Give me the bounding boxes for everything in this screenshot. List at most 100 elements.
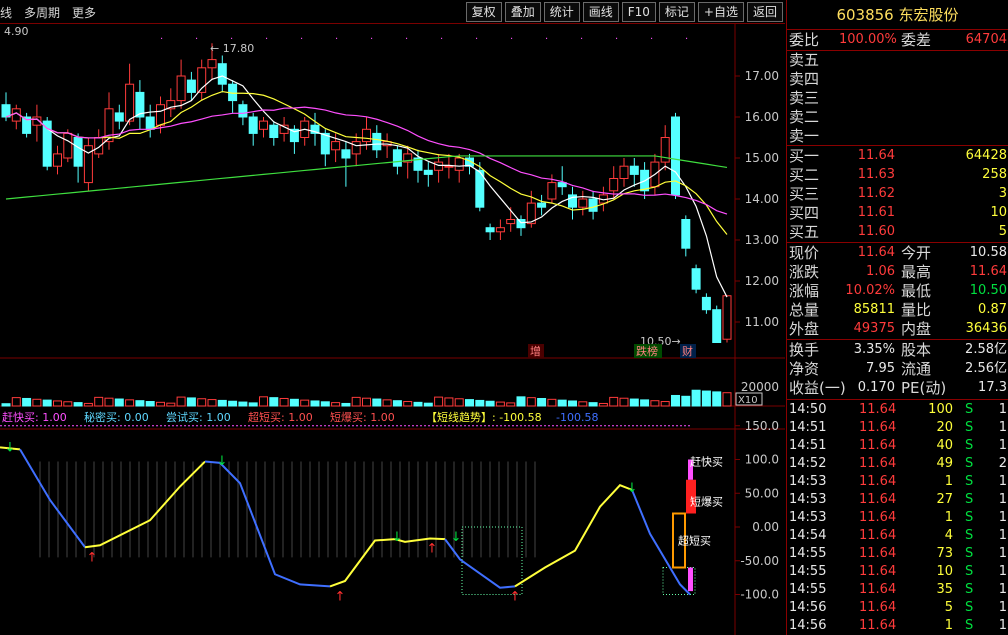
buy-arrow-icon: ↑ <box>87 550 98 565</box>
back-button[interactable]: 返回 <box>746 2 783 22</box>
tick-side: S <box>965 564 974 579</box>
candle-up <box>53 153 62 167</box>
quote-label: 涨幅 <box>789 282 820 300</box>
volume-bar-up <box>351 396 361 407</box>
volume-bar-up <box>495 401 505 407</box>
candle-up <box>94 137 104 155</box>
buy-level-label: 买一 <box>789 147 820 165</box>
kline-dot-marker: · <box>335 34 338 45</box>
price-tick-label: 15.00 <box>745 151 779 165</box>
volume-bar-down <box>269 397 279 407</box>
quote-label: 外盘 <box>789 320 820 338</box>
indicator-legend-item: 超短买: 1.00 <box>248 410 313 424</box>
weibi-row: 委比 100.00% 委差 64704 <box>787 31 1008 49</box>
indicator-box <box>461 526 523 595</box>
candle-down <box>588 198 598 212</box>
tick-row: 14:55 11.64 35 S 1 <box>787 581 1008 599</box>
event-tag: 增 <box>530 344 541 358</box>
volume-bar-up <box>53 400 62 407</box>
volume-bar-up <box>650 400 660 407</box>
tick-price: 11.64 <box>859 438 897 453</box>
tab-kline[interactable]: 线 <box>0 4 12 21</box>
buy-arrow-icon: ↑ <box>427 541 438 556</box>
quote-label: 总量 <box>789 301 820 319</box>
volume-chart[interactable]: 20000X10 <box>1 380 779 407</box>
tick-side: S <box>965 618 974 633</box>
volume-bar-up <box>454 398 464 407</box>
tick-row: 14:53 11.64 27 S 1 <box>787 491 1008 509</box>
stats-button[interactable]: 统计 <box>543 2 580 22</box>
volume-bar-up <box>444 397 454 407</box>
draw-line-button[interactable]: 画线 <box>582 2 619 22</box>
chart-area[interactable]: 4.90 17.00 16.00 15.00 14.00 13.00 12.00 11.00 ·… <box>0 24 785 635</box>
volume-bar-up <box>434 396 444 407</box>
volume-bar-up <box>609 396 619 407</box>
volume-bar-down <box>42 399 52 407</box>
volume-tick-label: 20000 <box>741 380 779 394</box>
volume-bar-down <box>310 400 320 407</box>
tab-more[interactable]: 更多 <box>72 4 96 21</box>
tick-price: 11.64 <box>859 528 897 543</box>
volume-bar-up <box>506 402 516 407</box>
stats-value: 7.95 <box>866 361 895 376</box>
divider <box>787 145 1008 146</box>
weibi-label: 委比 <box>789 31 820 49</box>
stats-label: 股本 <box>901 341 932 359</box>
volume-bar-down <box>186 397 196 407</box>
buy-level-volume: 5 <box>998 224 1007 239</box>
tick-count: 1 <box>998 492 1007 507</box>
volume-bar-down <box>1 403 11 407</box>
stats-value: 2.56亿 <box>965 361 1007 376</box>
stock-header[interactable]: 603856 东宏股份 <box>787 0 1008 30</box>
buy-level-row: 买五 11.60 5 <box>787 223 1008 241</box>
tick-volume: 40 <box>936 438 953 453</box>
stats-value: 17.3 <box>978 380 1007 395</box>
indicator-legend-item: 秘密买: 0.00 <box>84 410 149 424</box>
volume-bar-up <box>156 401 165 407</box>
f10-button[interactable]: F10 <box>621 2 656 22</box>
tick-price: 11.64 <box>859 420 897 435</box>
quote-row: 涨跌 1.06 最高 11.64 <box>787 263 1008 281</box>
tick-count: 1 <box>998 600 1007 615</box>
tick-count: 1 <box>998 420 1007 435</box>
tab-multi-period[interactable]: 多周期 <box>24 4 60 21</box>
sell-arrow-icon: ↓ <box>217 454 228 469</box>
weibi-value: 100.00% <box>839 32 897 47</box>
tick-volume: 27 <box>936 492 953 507</box>
candle-up <box>619 165 629 179</box>
quote-label: 最高 <box>901 263 932 281</box>
indicator-chart[interactable]: 赶快买: 1.00 秘密买: 0.00 尝试买: 1.00 超短买: 1.00 短爆买:… <box>0 410 779 604</box>
stats-label: 净资 <box>789 360 820 378</box>
candle-up <box>495 227 505 233</box>
mark-button[interactable]: 标记 <box>658 2 695 22</box>
volume-bar-up <box>63 401 73 407</box>
volume-bar-up <box>83 402 93 407</box>
candle-down <box>485 227 495 233</box>
buy-level-price: 11.63 <box>857 167 895 182</box>
indicator-legend-item: 赶快买: 1.00 <box>2 410 67 424</box>
quote-row: 外盘 49375 内盘 36436 <box>787 320 1008 338</box>
signal-label: 短爆买 <box>690 494 723 508</box>
add-watchlist-button[interactable]: +自选 <box>697 2 744 22</box>
signal-label: 赶快买 <box>690 455 723 469</box>
tick-price: 11.64 <box>859 510 897 525</box>
fuquan-button[interactable]: 复权 <box>465 2 502 22</box>
kline-dot-marker: · <box>160 34 163 45</box>
candle-up <box>722 295 732 340</box>
volume-bar-up <box>166 402 176 407</box>
sell-level-row: 卖四 <box>787 70 1008 88</box>
tick-time: 14:54 <box>789 528 827 543</box>
buy-level-label: 买四 <box>789 204 820 222</box>
candle-down <box>145 116 155 130</box>
candle-down <box>217 63 227 85</box>
tick-count: 2 <box>998 456 1007 471</box>
quote-value: 11.64 <box>969 264 1007 279</box>
tick-price: 11.64 <box>859 618 897 633</box>
candle-up <box>207 59 217 69</box>
overlay-button[interactable]: 叠加 <box>504 2 541 22</box>
tick-price: 11.64 <box>859 456 897 471</box>
volume-bar-down <box>392 400 402 407</box>
sell-arrow-icon: ↓ <box>392 530 403 545</box>
candle-up <box>506 219 516 225</box>
kline-dot-marker: · <box>370 34 373 45</box>
